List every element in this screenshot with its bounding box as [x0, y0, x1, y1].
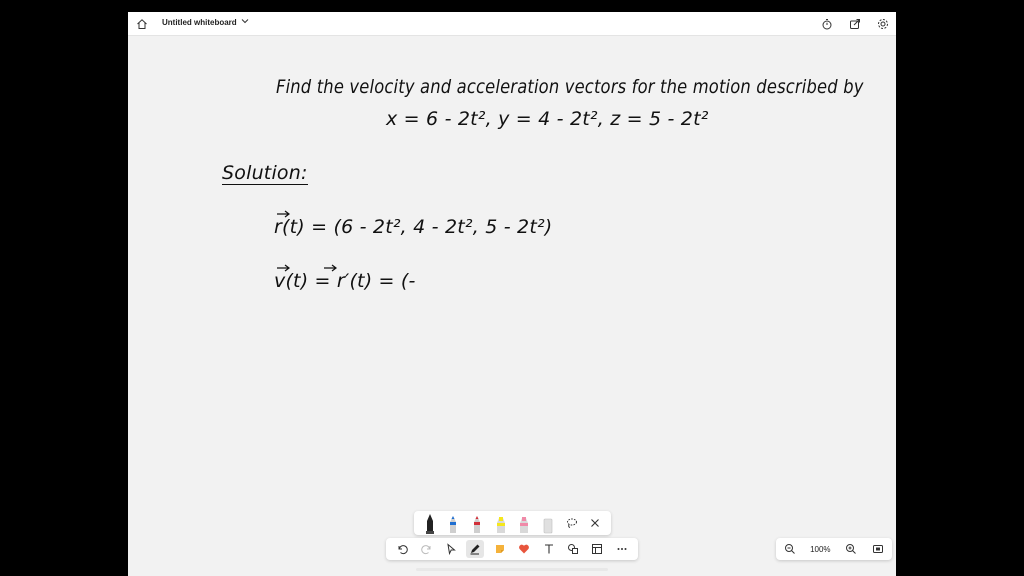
pointer-icon[interactable] — [442, 540, 460, 558]
board-title: Untitled whiteboard — [162, 17, 237, 27]
r-prime-vector-arrow — [324, 264, 337, 272]
more-icon[interactable] — [613, 540, 631, 558]
close-icon[interactable] — [589, 512, 601, 534]
board-title-menu[interactable]: Untitled whiteboard — [162, 17, 249, 27]
home-icon[interactable] — [135, 17, 149, 31]
chevron-down-icon — [241, 17, 249, 27]
main-toolbar — [386, 538, 638, 560]
top-bar: Untitled whiteboard — [128, 12, 896, 36]
r-vector-arrow — [277, 210, 290, 218]
lasso-icon[interactable] — [566, 512, 578, 534]
pen-icon[interactable] — [466, 540, 485, 558]
template-icon[interactable] — [588, 540, 606, 558]
whiteboard-canvas[interactable]: Find the velocity and acceleration vecto… — [128, 36, 896, 576]
black-pen-icon[interactable] — [424, 512, 436, 534]
zoom-controls: 100% — [776, 538, 892, 560]
redo-icon[interactable] — [418, 540, 436, 558]
fit-screen-icon[interactable] — [871, 542, 885, 556]
eraser-icon[interactable] — [542, 512, 554, 534]
vector-arrows — [277, 210, 337, 272]
zoom-level[interactable]: 100% — [810, 545, 830, 554]
share-icon[interactable] — [848, 17, 862, 31]
pen-tray — [414, 511, 611, 535]
top-bar-actions — [820, 17, 890, 31]
shapes-icon[interactable] — [564, 540, 582, 558]
timer-icon[interactable] — [820, 17, 834, 31]
pink-highlighter-icon[interactable] — [518, 512, 530, 534]
undo-icon[interactable] — [393, 540, 411, 558]
blue-pen-icon[interactable] — [447, 512, 459, 534]
heart-icon[interactable] — [515, 540, 533, 558]
zoom-in-icon[interactable] — [844, 542, 858, 556]
zoom-out-icon[interactable] — [783, 542, 797, 556]
gear-icon[interactable] — [876, 17, 890, 31]
yellow-highlighter-icon[interactable] — [495, 512, 507, 534]
sticky-note-icon[interactable] — [491, 540, 509, 558]
v-vector-arrow — [277, 264, 290, 272]
text-icon[interactable] — [540, 540, 558, 558]
red-pen-icon[interactable] — [471, 512, 483, 534]
whiteboard-app: Untitled whiteboard Find the velocity an… — [128, 12, 896, 576]
home-indicator — [416, 568, 608, 571]
